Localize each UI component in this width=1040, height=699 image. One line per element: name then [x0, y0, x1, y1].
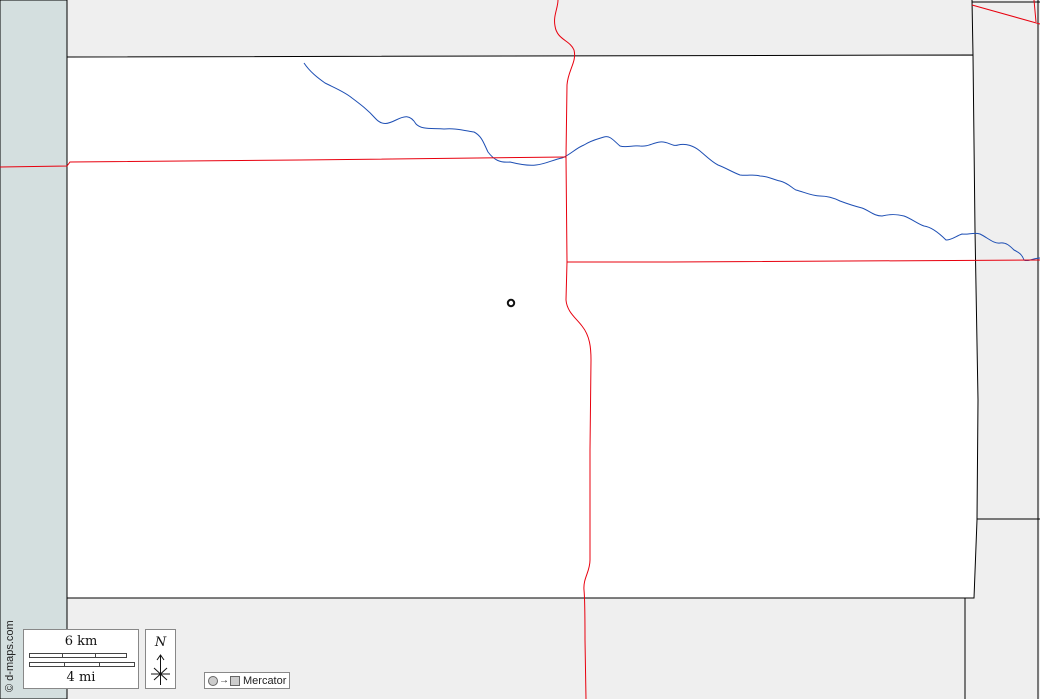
scale-km-label: 6 km: [64, 634, 98, 649]
county-area: [66, 54, 979, 599]
projection-label: → Mercator: [204, 672, 290, 689]
scale-seg: [63, 654, 96, 657]
globe-icon: [208, 675, 218, 686]
scale-seg: [30, 654, 63, 657]
credit-text: © d-maps.com: [4, 620, 16, 692]
left-strip: [0, 0, 68, 699]
arrow-icon: →: [219, 674, 229, 686]
scale-bar-km: [29, 653, 127, 658]
scale-seg: [65, 663, 100, 666]
north-arrow: N: [145, 629, 176, 689]
scale-seg: [30, 663, 65, 666]
scale-bar-mi: [29, 662, 135, 667]
north-label: N: [154, 635, 167, 650]
scale-bar: 6 km 4 mi: [23, 629, 139, 689]
compass-icon: [151, 654, 170, 685]
scale-mi-label: 4 mi: [66, 670, 96, 685]
flat-map-icon: [230, 675, 240, 686]
map-canvas[interactable]: [0, 0, 1040, 699]
projection-name: Mercator: [243, 674, 287, 687]
city-dot[interactable]: [506, 298, 516, 308]
projection-icon: →: [208, 674, 240, 686]
